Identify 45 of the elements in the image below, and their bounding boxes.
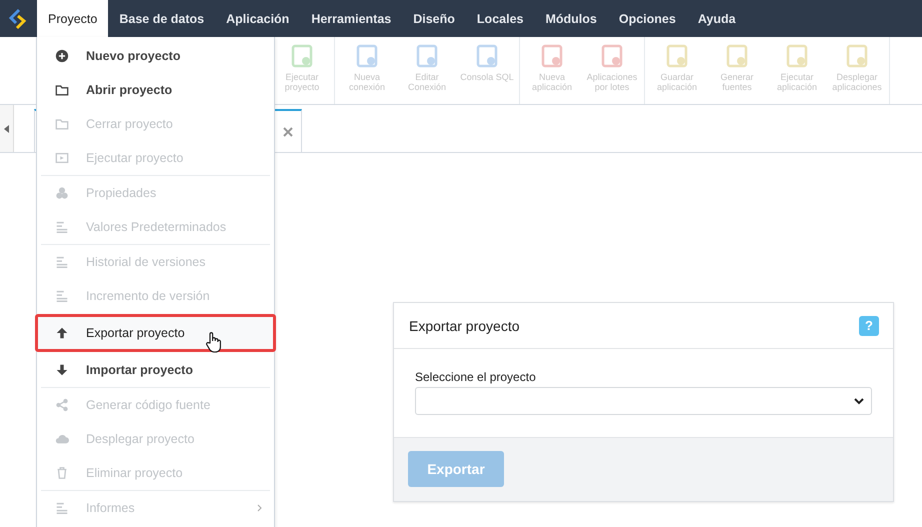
menu-item[interactable]: Nuevo proyecto xyxy=(37,39,274,73)
menubar-item[interactable]: Herramientas xyxy=(300,0,402,37)
hand-cursor-icon xyxy=(205,331,223,353)
toolbar-icon xyxy=(289,43,315,69)
list-icon xyxy=(55,255,69,269)
panel-title: Exportar proyecto xyxy=(409,318,520,334)
toolbar-icon xyxy=(599,43,625,69)
toolbar-icon xyxy=(664,43,690,69)
scroll-left-button[interactable] xyxy=(0,105,14,152)
list-icon xyxy=(55,501,69,515)
up-icon xyxy=(55,326,69,340)
toolbar-icon xyxy=(414,43,440,69)
toolbar-icon xyxy=(354,43,380,69)
trash-icon xyxy=(55,466,69,480)
project-select[interactable] xyxy=(415,387,872,415)
toolbar-icon xyxy=(724,43,750,69)
menubar-item[interactable]: Base de datos xyxy=(108,0,216,37)
toolbar-icon xyxy=(474,43,500,69)
caret-left-icon xyxy=(4,124,9,132)
cloud-icon xyxy=(55,432,69,446)
field-label: Seleccione el proyecto xyxy=(415,370,537,384)
menubar-item[interactable]: Locales xyxy=(466,0,534,37)
plus-icon xyxy=(55,49,69,63)
menubar-item[interactable]: Proyecto xyxy=(37,0,108,37)
run-icon xyxy=(55,151,69,165)
menubar-item[interactable]: Módulos xyxy=(534,0,608,37)
share-icon xyxy=(55,398,69,412)
menubar-item[interactable]: Aplicación xyxy=(215,0,300,37)
folder-icon xyxy=(55,117,69,131)
menu-item[interactable]: Exportar proyecto xyxy=(35,314,276,352)
help-button[interactable]: ? xyxy=(859,316,879,336)
list-icon xyxy=(55,220,69,234)
toolbar-icon xyxy=(784,43,810,69)
menubar-item[interactable]: Diseño xyxy=(402,0,466,37)
list-icon xyxy=(55,289,69,303)
chevron-down-icon xyxy=(854,398,864,404)
menu-item[interactable]: Abrir proyecto xyxy=(37,73,274,107)
folder-icon xyxy=(55,83,69,97)
close-icon[interactable] xyxy=(283,126,293,136)
toolbar-icon xyxy=(539,43,565,69)
toolbar-icon xyxy=(844,43,870,69)
menubar-item[interactable]: Opciones xyxy=(608,0,687,37)
menu-item[interactable]: Importar proyecto xyxy=(37,353,274,387)
menubar-item[interactable]: Ayuda xyxy=(686,0,747,37)
down-icon xyxy=(55,363,69,377)
